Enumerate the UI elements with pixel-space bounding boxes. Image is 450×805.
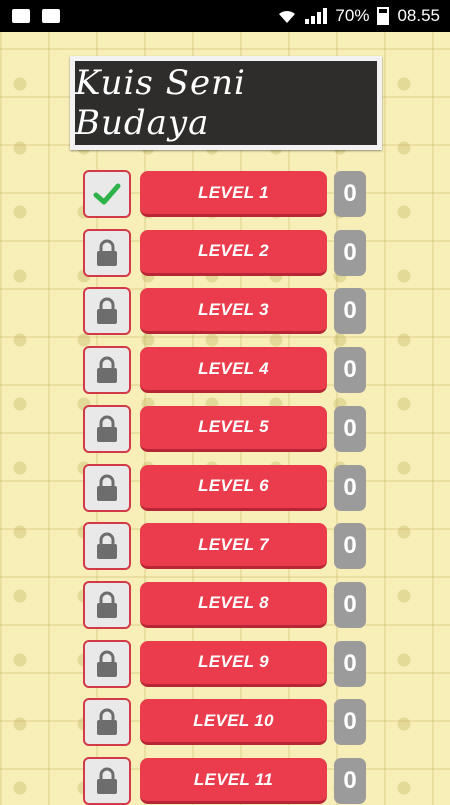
level-status xyxy=(83,346,131,395)
lock-icon xyxy=(97,474,117,501)
level-status xyxy=(83,757,131,805)
status-bar: 70% 08.55 xyxy=(0,0,450,32)
lock-icon xyxy=(97,708,117,736)
battery-icon xyxy=(377,7,390,25)
level-button[interactable]: LEVEL 7 xyxy=(140,523,327,570)
level-row: LEVEL 80 xyxy=(0,580,450,629)
level-score: 0 xyxy=(334,581,366,628)
level-score: 0 xyxy=(334,229,366,276)
chat-icon xyxy=(42,9,60,23)
level-row: LEVEL 20 xyxy=(0,228,450,277)
level-score: 0 xyxy=(334,464,366,511)
signal-icon xyxy=(305,8,328,24)
level-score: 0 xyxy=(334,405,366,452)
level-score: 0 xyxy=(334,523,366,570)
level-status xyxy=(83,463,131,512)
level-status xyxy=(83,170,131,218)
lock-icon xyxy=(97,356,117,384)
level-row: LEVEL 10 xyxy=(0,170,450,218)
level-row: LEVEL 10 0 xyxy=(0,698,450,747)
level-button[interactable]: LEVEL 2 xyxy=(140,229,327,276)
level-row: LEVEL 11 0 xyxy=(0,757,450,805)
level-button[interactable]: LEVEL 3 xyxy=(140,288,327,335)
level-row: LEVEL 60 xyxy=(0,463,450,512)
level-status xyxy=(83,287,131,336)
check-icon xyxy=(93,183,121,205)
level-button[interactable]: LEVEL 11 xyxy=(140,758,327,804)
lock-icon xyxy=(97,297,117,325)
level-button[interactable]: LEVEL 10 xyxy=(140,699,327,746)
lock-icon xyxy=(97,650,117,677)
wifi-icon xyxy=(279,10,296,23)
lock-icon xyxy=(97,239,117,266)
level-status xyxy=(83,522,131,571)
level-row: LEVEL 70 xyxy=(0,522,450,571)
app-title: Kuis Seni Budaya xyxy=(75,61,377,145)
level-score: 0 xyxy=(334,699,366,746)
level-score: 0 xyxy=(334,171,366,217)
image-icon xyxy=(12,9,30,23)
level-button[interactable]: LEVEL 1 xyxy=(140,171,327,217)
level-score: 0 xyxy=(334,288,366,335)
level-row: LEVEL 30 xyxy=(0,287,450,336)
level-score: 0 xyxy=(334,640,366,687)
level-row: LEVEL 40 xyxy=(0,346,450,395)
title-board: Kuis Seni Budaya xyxy=(70,56,382,150)
level-button[interactable]: LEVEL 6 xyxy=(140,464,327,511)
lock-icon xyxy=(97,591,117,618)
level-button[interactable]: LEVEL 4 xyxy=(140,347,327,394)
level-status xyxy=(83,639,131,688)
level-status xyxy=(83,580,131,629)
level-button[interactable]: LEVEL 8 xyxy=(140,581,327,628)
level-row: LEVEL 90 xyxy=(0,639,450,688)
level-score: 0 xyxy=(334,347,366,394)
level-status xyxy=(83,228,131,277)
lock-icon xyxy=(97,415,117,442)
level-button[interactable]: LEVEL 9 xyxy=(140,640,327,687)
clock: 08.55 xyxy=(397,6,440,25)
battery-percent: 70% xyxy=(335,6,370,25)
level-row: LEVEL 50 xyxy=(0,404,450,453)
level-score: 0 xyxy=(334,758,366,804)
level-button[interactable]: LEVEL 5 xyxy=(140,405,327,452)
level-status xyxy=(83,404,131,453)
lock-icon xyxy=(97,532,117,560)
level-status xyxy=(83,698,131,747)
lock-icon xyxy=(97,767,117,794)
